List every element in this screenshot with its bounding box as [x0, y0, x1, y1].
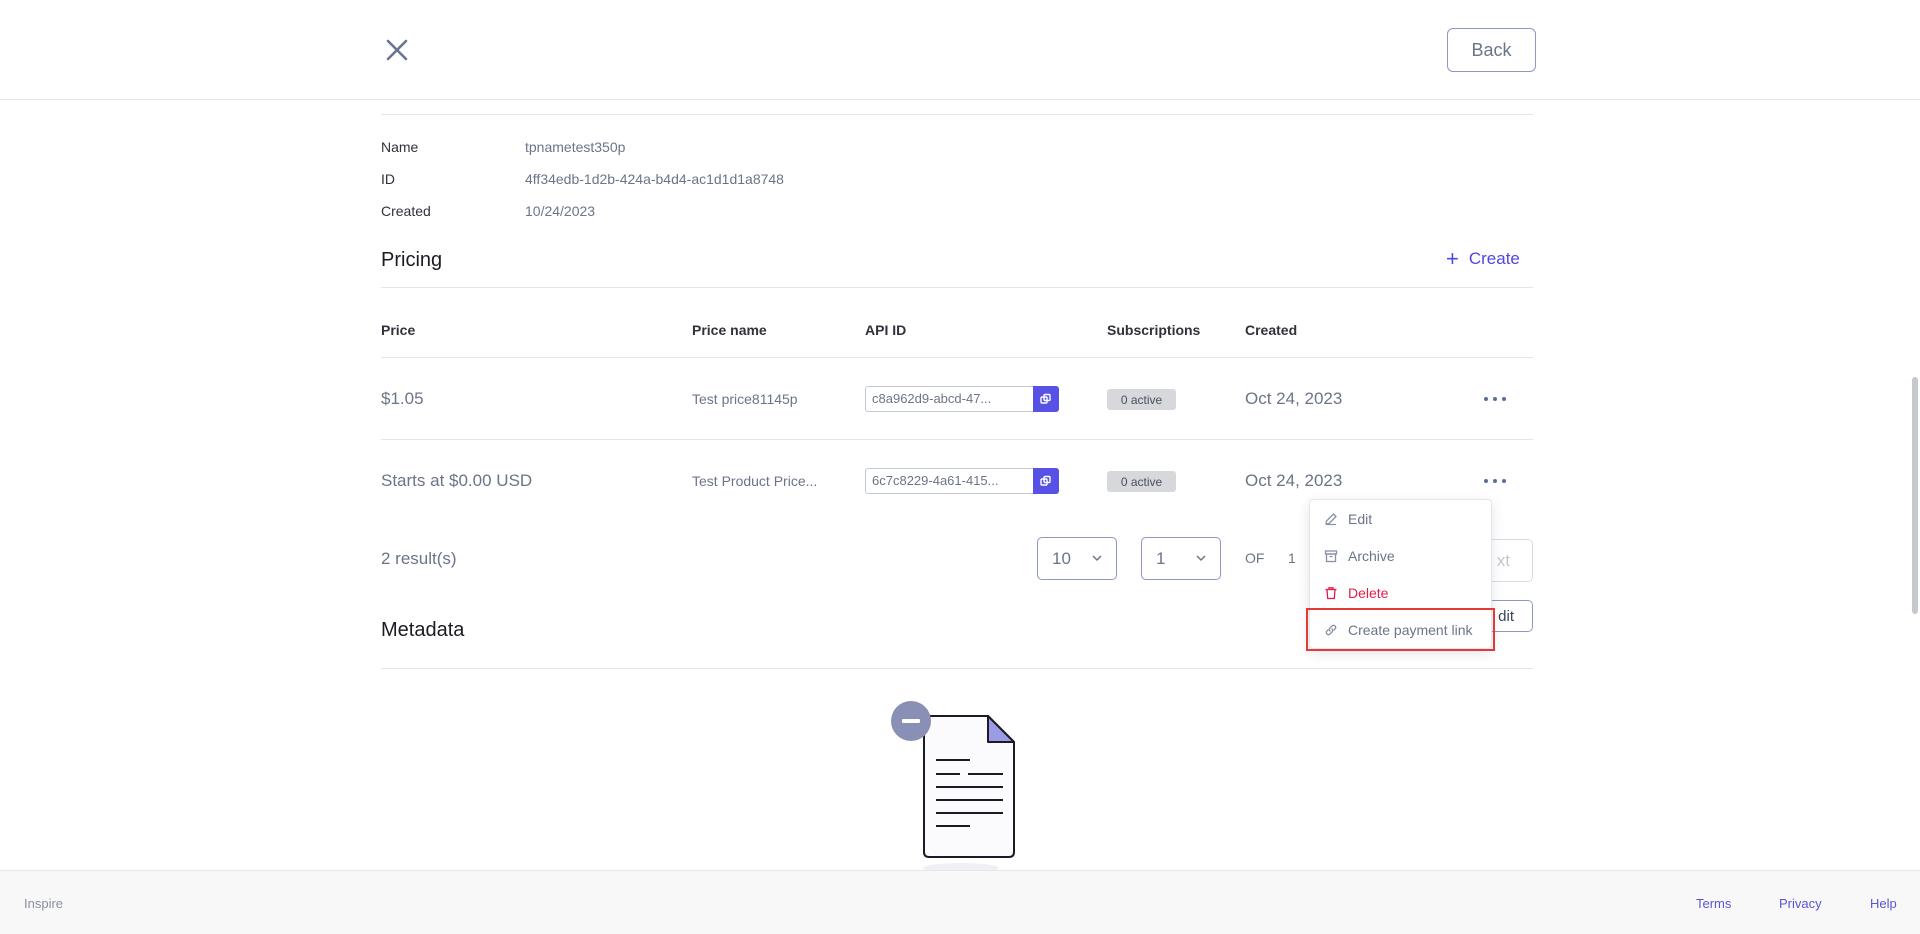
- create-price-button[interactable]: + Create: [1446, 248, 1520, 270]
- archive-icon: [1324, 549, 1338, 562]
- api-id-field: 6c7c8229-4a61-415...: [865, 468, 1059, 494]
- plus-icon: +: [1446, 246, 1459, 271]
- divider: [381, 439, 1533, 440]
- price-name-cell: Test price81145p: [692, 391, 798, 407]
- api-id-field: c8a962d9-abcd-47...: [865, 386, 1059, 412]
- detail-label: Created: [381, 203, 431, 219]
- product-name-value: tpnametest350p: [525, 139, 626, 155]
- page-number-value: 1: [1156, 548, 1166, 568]
- product-id-value: 4ff34edb-1d2b-424a-b4d4-ac1d1d1a8748: [525, 171, 784, 187]
- detail-label: ID: [381, 171, 395, 187]
- metadata-title: Metadata: [381, 619, 465, 641]
- top-bar: Back: [0, 0, 1920, 100]
- column-header-price-name: Price name: [692, 322, 767, 338]
- footer: Inspire Terms Privacy Help: [0, 870, 1920, 934]
- chevron-down-icon: [1092, 555, 1102, 562]
- close-icon[interactable]: [380, 33, 414, 67]
- chevron-down-icon: [1196, 555, 1206, 562]
- pencil-icon: [1325, 512, 1337, 525]
- api-id-text[interactable]: 6c7c8229-4a61-415...: [865, 468, 1033, 494]
- product-detail-content: Name tpnametest350p ID 4ff34edb-1d2b-424…: [381, 100, 1533, 870]
- column-header-price: Price: [381, 322, 416, 338]
- divider: [381, 114, 1533, 115]
- menu-item-label: Archive: [1348, 547, 1395, 564]
- created-cell: Oct 24, 2023: [1245, 389, 1343, 408]
- empty-document-icon: [888, 700, 1028, 870]
- total-pages: 1: [1288, 550, 1296, 566]
- detail-created-row: Created 10/24/2023: [381, 201, 595, 221]
- footer-link-terms[interactable]: Terms: [1696, 896, 1731, 911]
- detail-id-row: ID 4ff34edb-1d2b-424a-b4d4-ac1d1d1a8748: [381, 169, 784, 189]
- column-header-api-id: API ID: [865, 322, 907, 338]
- page-size-value: 10: [1052, 548, 1071, 568]
- detail-label: Name: [381, 139, 419, 155]
- trash-icon: [1325, 586, 1337, 599]
- scrollbar[interactable]: [1908, 100, 1920, 870]
- price-cell: $1.05: [381, 389, 424, 408]
- subscriptions-badge: 0 active: [1107, 389, 1176, 410]
- footer-link-help[interactable]: Help: [1870, 896, 1897, 911]
- results-count: 2 result(s): [381, 549, 457, 568]
- created-cell: Oct 24, 2023: [1245, 471, 1343, 490]
- divider: [381, 287, 1533, 288]
- create-label: Create: [1468, 249, 1520, 268]
- row-actions-more-icon[interactable]: [1484, 392, 1506, 406]
- divider: [381, 668, 1533, 669]
- scrollbar-thumb[interactable]: [1912, 377, 1918, 614]
- highlight-box: [1306, 608, 1495, 651]
- column-header-created: Created: [1245, 322, 1298, 338]
- price-name-cell: Test Product Price...: [692, 473, 818, 489]
- row-actions-more-icon[interactable]: [1484, 474, 1506, 488]
- subscriptions-badge: 0 active: [1107, 471, 1176, 492]
- page-size-select[interactable]: 10: [1037, 537, 1117, 580]
- menu-item-label: Edit: [1348, 510, 1373, 527]
- divider: [381, 357, 1533, 358]
- api-id-text[interactable]: c8a962d9-abcd-47...: [865, 386, 1033, 412]
- page-number-select[interactable]: 1: [1141, 537, 1221, 580]
- footer-link-privacy[interactable]: Privacy: [1779, 896, 1822, 911]
- detail-name-row: Name tpnametest350p: [381, 137, 625, 157]
- of-label: OF: [1245, 550, 1265, 566]
- copy-icon[interactable]: [1033, 386, 1059, 412]
- back-button[interactable]: Back: [1447, 28, 1536, 72]
- copy-icon[interactable]: [1033, 468, 1059, 494]
- pricing-title: Pricing: [381, 249, 443, 271]
- menu-item-edit[interactable]: Edit: [1310, 500, 1493, 537]
- menu-item-delete[interactable]: Delete: [1310, 574, 1493, 611]
- menu-item-archive[interactable]: Archive: [1310, 537, 1493, 574]
- price-cell: Starts at $0.00 USD: [381, 471, 533, 490]
- product-created-value: 10/24/2023: [525, 203, 596, 219]
- footer-brand: Inspire: [24, 896, 64, 911]
- menu-item-label: Delete: [1348, 584, 1389, 601]
- column-header-subscriptions: Subscriptions: [1107, 322, 1201, 338]
